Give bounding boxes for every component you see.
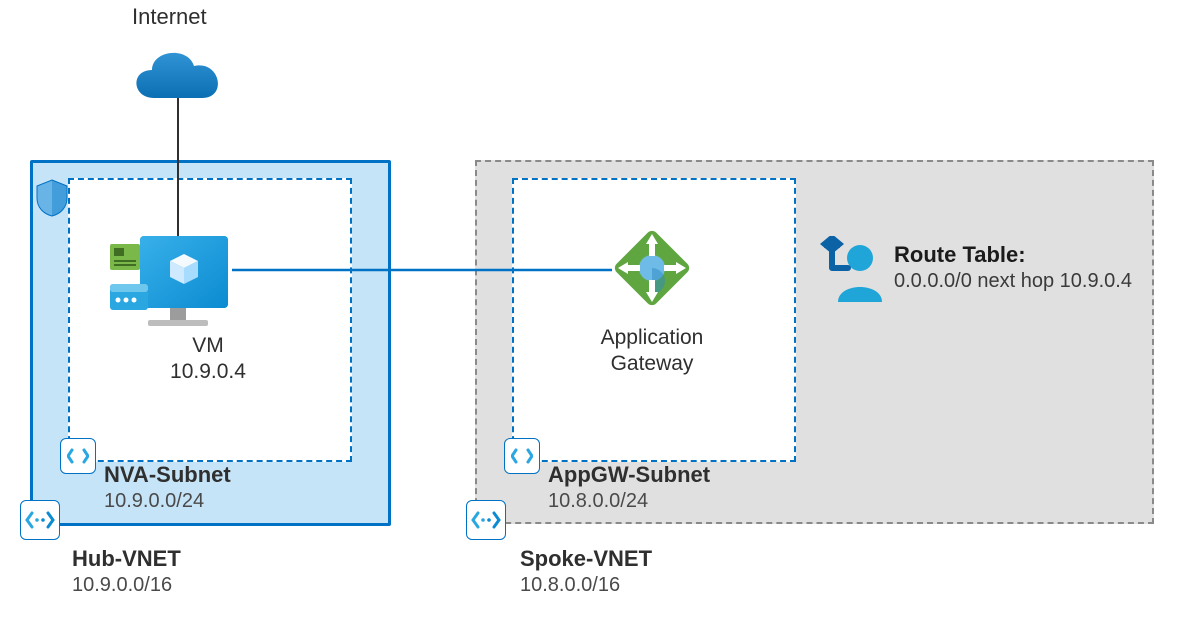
spoke-vnet-peering-icon <box>466 500 506 540</box>
spoke-subnet-peering-icon <box>504 438 540 474</box>
shield-icon <box>34 178 70 223</box>
hub-subnet-peering-icon <box>60 438 96 474</box>
vm-label: VM <box>88 334 328 358</box>
hub-subnet-cidr: 10.9.0.0/24 <box>104 490 204 513</box>
hub-subnet-name: NVA-Subnet <box>104 462 231 488</box>
route-table-rule: 0.0.0.0/0 next hop 10.9.0.4 <box>894 270 1132 293</box>
hub-vnet-peering-icon <box>20 500 60 540</box>
cloud-icon <box>122 38 232 121</box>
appgw-label-line1: Application <box>532 326 772 350</box>
hub-vnet-name: Hub-VNET <box>72 546 181 572</box>
spoke-subnet-cidr: 10.8.0.0/24 <box>548 490 648 513</box>
spoke-subnet-name: AppGW-Subnet <box>548 462 710 488</box>
vm-ip: 10.9.0.4 <box>88 360 328 384</box>
appgw-label-line2: Gateway <box>532 352 772 376</box>
vm-icon <box>108 226 248 341</box>
internet-label: Internet <box>132 4 207 30</box>
application-gateway-icon <box>604 220 700 321</box>
route-table-title: Route Table: <box>894 242 1026 268</box>
spoke-vnet-name: Spoke-VNET <box>520 546 652 572</box>
spoke-vnet-cidr: 10.8.0.0/16 <box>520 574 620 597</box>
hub-vnet-cidr: 10.9.0.0/16 <box>72 574 172 597</box>
route-table-user-icon <box>818 236 888 311</box>
